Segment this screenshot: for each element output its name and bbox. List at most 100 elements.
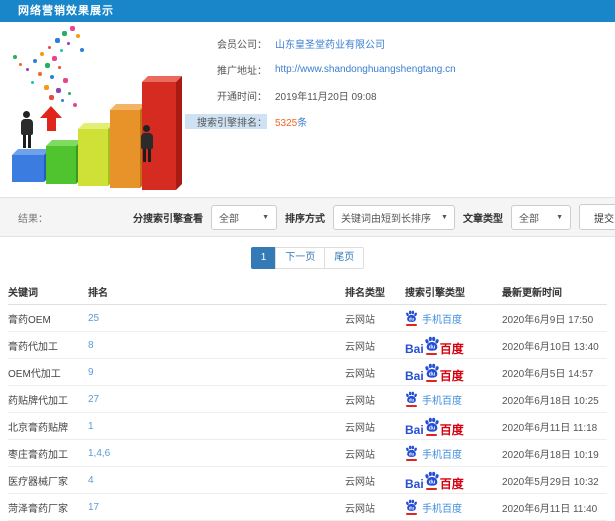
baidu-brand-text: 百度 xyxy=(439,476,464,491)
businessman-right-figure xyxy=(139,125,154,162)
confetti-dot xyxy=(76,34,80,38)
engine-cell: du 手机百度 xyxy=(405,310,502,326)
column-header-engine-type: 搜索引擎类型 xyxy=(405,287,465,299)
baidu-logo: Bai du 百度 xyxy=(405,471,464,490)
rank-link[interactable]: 4 xyxy=(88,475,94,486)
sort-filter-select[interactable]: 关键词由短到长排序 ▼ xyxy=(333,204,455,230)
rank-link[interactable]: 27 xyxy=(88,394,99,405)
baidu-paw-icon: du xyxy=(405,310,418,326)
baidu-logo: Bai du 百度 xyxy=(405,417,464,436)
filter-controls: 分搜索引擎查看 全部 ▼ 排序方式 关键词由短到长排序 ▼ 文章类型 全部 ▼ … xyxy=(133,198,615,236)
rank-link[interactable]: 17 xyxy=(88,502,99,513)
rank-link[interactable]: 1,4,6 xyxy=(88,448,110,459)
mobile-baidu-label: 手机百度 xyxy=(422,314,462,326)
keyword-cell: 枣庄膏药加工 xyxy=(8,449,68,461)
rank-type-cell: 云网站 xyxy=(345,503,375,515)
confetti-dot xyxy=(68,92,71,95)
red-underline-decoration xyxy=(406,324,417,326)
confetti-dot xyxy=(33,59,37,63)
mobile-baidu-label: 手机百度 xyxy=(422,503,462,515)
page-button[interactable]: 下一页 xyxy=(275,246,326,269)
type-filter-select[interactable]: 全部 ▼ xyxy=(511,204,571,230)
rank-cell: 8 xyxy=(88,340,345,351)
engine-filter-select[interactable]: 全部 ▼ xyxy=(211,204,277,230)
confetti-dot xyxy=(50,75,54,79)
illustration-bar-orange xyxy=(110,110,140,188)
keyword-cell: 药贴牌代加工 xyxy=(8,395,68,407)
info-link-value[interactable]: 山东皇圣堂药业有限公司 xyxy=(275,36,385,51)
engine-cell: Bai du 百度 xyxy=(405,471,502,490)
info-section: 会员公司： 山东皇圣堂药业有限公司 推广地址： http://www.shandong… xyxy=(0,22,615,197)
submit-button[interactable]: 提交 xyxy=(579,204,615,230)
mobile-baidu-label: 手机百度 xyxy=(422,395,462,407)
table-body: 膏药OEM 25 云网站 du 手机百度 2020年6月9日 17:50 膏药代加工 8 云网站… xyxy=(8,305,607,521)
info-link-value[interactable]: http://www.shandonghuangshengtang.cn xyxy=(275,64,456,75)
table-row: 枣庄膏药加工 1,4,6 云网站 du 手机百度 2020年6月18日 10:19 xyxy=(8,440,607,467)
sort-filter-label: 排序方式 xyxy=(285,213,325,225)
confetti-dot xyxy=(19,63,22,66)
red-underline-decoration xyxy=(426,433,438,436)
chevron-down-icon: ▼ xyxy=(441,213,448,221)
svg-text:du: du xyxy=(428,344,435,350)
rank-link[interactable]: 9 xyxy=(88,367,94,378)
update-time-cell: 2020年6月18日 10:19 xyxy=(502,449,599,461)
confetti-dot xyxy=(13,55,17,59)
mobile-baidu-logo: du 手机百度 xyxy=(405,499,462,515)
info-fields: 会员公司： 山东皇圣堂药业有限公司 推广地址： http://www.shandong… xyxy=(185,22,615,197)
confetti-dot xyxy=(73,103,77,107)
rank-type-cell: 云网站 xyxy=(345,395,375,407)
result-label: 结果： xyxy=(18,213,48,225)
businessman-left-figure xyxy=(19,111,34,148)
baidu-bai-text: Bai xyxy=(405,368,424,383)
info-label: 推广地址： xyxy=(217,65,267,77)
rank-link[interactable]: 25 xyxy=(88,313,99,324)
rank-cell: 27 xyxy=(88,394,345,405)
confetti-dot xyxy=(52,56,57,61)
mobile-baidu-label: 手机百度 xyxy=(422,449,462,461)
confetti-dot xyxy=(61,99,64,102)
rank-cell: 9 xyxy=(88,367,345,378)
update-time-cell: 2020年6月18日 10:25 xyxy=(502,395,599,407)
table-row: 药贴牌代加工 27 云网站 du 手机百度 2020年6月18日 10:25 xyxy=(8,386,607,413)
baidu-brand-text: 百度 xyxy=(439,368,464,383)
baidu-paw-icon: du xyxy=(405,391,418,407)
table-header-row: 关键词 排名 排名类型 搜索引擎类型 最新更新时间 xyxy=(8,278,607,305)
confetti-dot xyxy=(63,78,68,83)
red-underline-decoration xyxy=(426,487,438,490)
page-current[interactable]: 1 xyxy=(250,246,277,269)
chevron-down-icon: ▼ xyxy=(262,213,269,221)
engine-cell: du 手机百度 xyxy=(405,499,502,515)
rank-link[interactable]: 1 xyxy=(88,421,94,432)
table-row: 膏药OEM 25 云网站 du 手机百度 2020年6月9日 17:50 xyxy=(8,305,607,332)
rank-cell: 17 xyxy=(88,502,345,513)
page-button[interactable]: 尾页 xyxy=(324,246,365,269)
bar-chart-illustration xyxy=(0,22,185,197)
mobile-baidu-logo: du 手机百度 xyxy=(405,445,462,461)
rank-link[interactable]: 8 xyxy=(88,340,94,351)
keyword-cell: OEM代加工 xyxy=(8,368,61,380)
engine-cell: Bai du 百度 xyxy=(405,336,502,355)
confetti-dot xyxy=(44,85,49,90)
confetti-dot xyxy=(60,49,63,52)
keyword-cell: 膏药OEM xyxy=(8,314,51,326)
engine-cell: Bai du 百度 xyxy=(405,417,502,436)
info-row: 搜索引擎排名： 5325条 xyxy=(185,113,615,129)
confetti-dot xyxy=(38,72,42,76)
svg-text:du: du xyxy=(409,316,415,321)
pagination: 1 下一页 尾页 xyxy=(0,237,615,278)
rank-type-cell: 云网站 xyxy=(345,449,375,461)
mobile-baidu-logo: du 手机百度 xyxy=(405,391,462,407)
red-underline-decoration xyxy=(406,513,417,515)
table-row: 医疗器械厂家 4 云网站 Bai du 百度 2020年5月29日 10:32 xyxy=(8,467,607,494)
sort-filter-value: 关键词由短到长排序 xyxy=(341,213,431,225)
svg-text:du: du xyxy=(428,425,435,431)
search-engine-rank-count: 5325条 xyxy=(275,114,307,129)
rank-type-cell: 云网站 xyxy=(345,341,375,353)
confetti-dot xyxy=(40,52,44,56)
baidu-bai-text: Bai xyxy=(405,341,424,356)
red-underline-decoration xyxy=(426,379,438,382)
confetti-dot xyxy=(55,38,60,43)
baidu-paw-icon: du xyxy=(405,499,418,515)
info-text-value: 2019年11月20日 09:08 xyxy=(275,91,377,103)
keyword-cell: 膏药代加工 xyxy=(8,341,58,353)
